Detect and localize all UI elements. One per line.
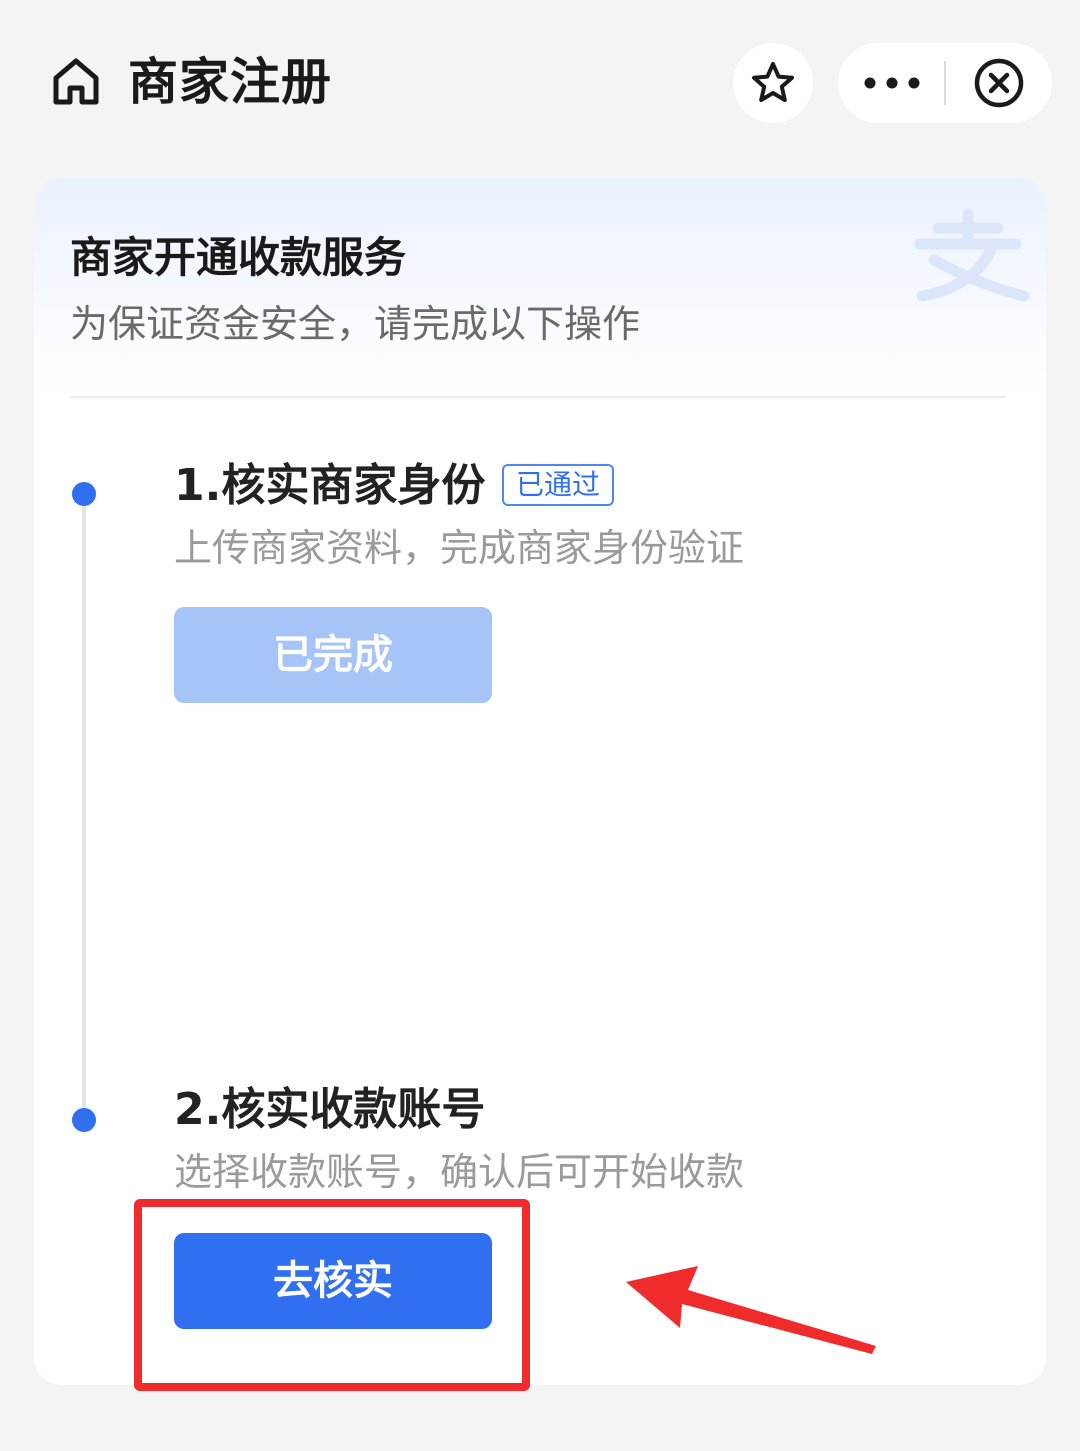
completed-button[interactable]: 已完成 — [174, 607, 492, 703]
timeline-line — [82, 494, 86, 1120]
star-icon — [752, 62, 794, 102]
step-1-title: 1.核实商家身份 — [174, 460, 486, 511]
more-dots-icon — [864, 77, 919, 89]
card-header — [34, 178, 1046, 398]
close-circle-icon — [974, 58, 1024, 108]
card-divider — [70, 396, 1006, 398]
step-1-description: 上传商家资料，完成商家身份验证 — [174, 526, 745, 570]
card-title: 商家开通收款服务 — [70, 233, 407, 282]
status-badge: 已通过 — [502, 464, 614, 506]
close-button[interactable] — [946, 43, 1052, 123]
step-2-dot — [72, 1108, 96, 1132]
more-button[interactable] — [838, 43, 945, 123]
card-subtitle: 为保证资金安全，请完成以下操作 — [70, 302, 641, 346]
step-2-title: 2.核实收款账号 — [174, 1084, 486, 1135]
step-1-dot — [72, 482, 96, 506]
step-2-description: 选择收款账号，确认后可开始收款 — [174, 1150, 745, 1194]
home-icon[interactable] — [48, 54, 104, 110]
page-title: 商家注册 — [128, 53, 332, 111]
mini-program-capsule — [838, 43, 1052, 123]
annotation-highlight-box — [134, 1199, 530, 1391]
alipay-logo-icon — [914, 208, 1030, 302]
navigation-bar: 商家注册 — [0, 0, 1080, 160]
annotation-arrow-icon — [626, 1266, 876, 1354]
favorite-button[interactable] — [733, 43, 813, 123]
